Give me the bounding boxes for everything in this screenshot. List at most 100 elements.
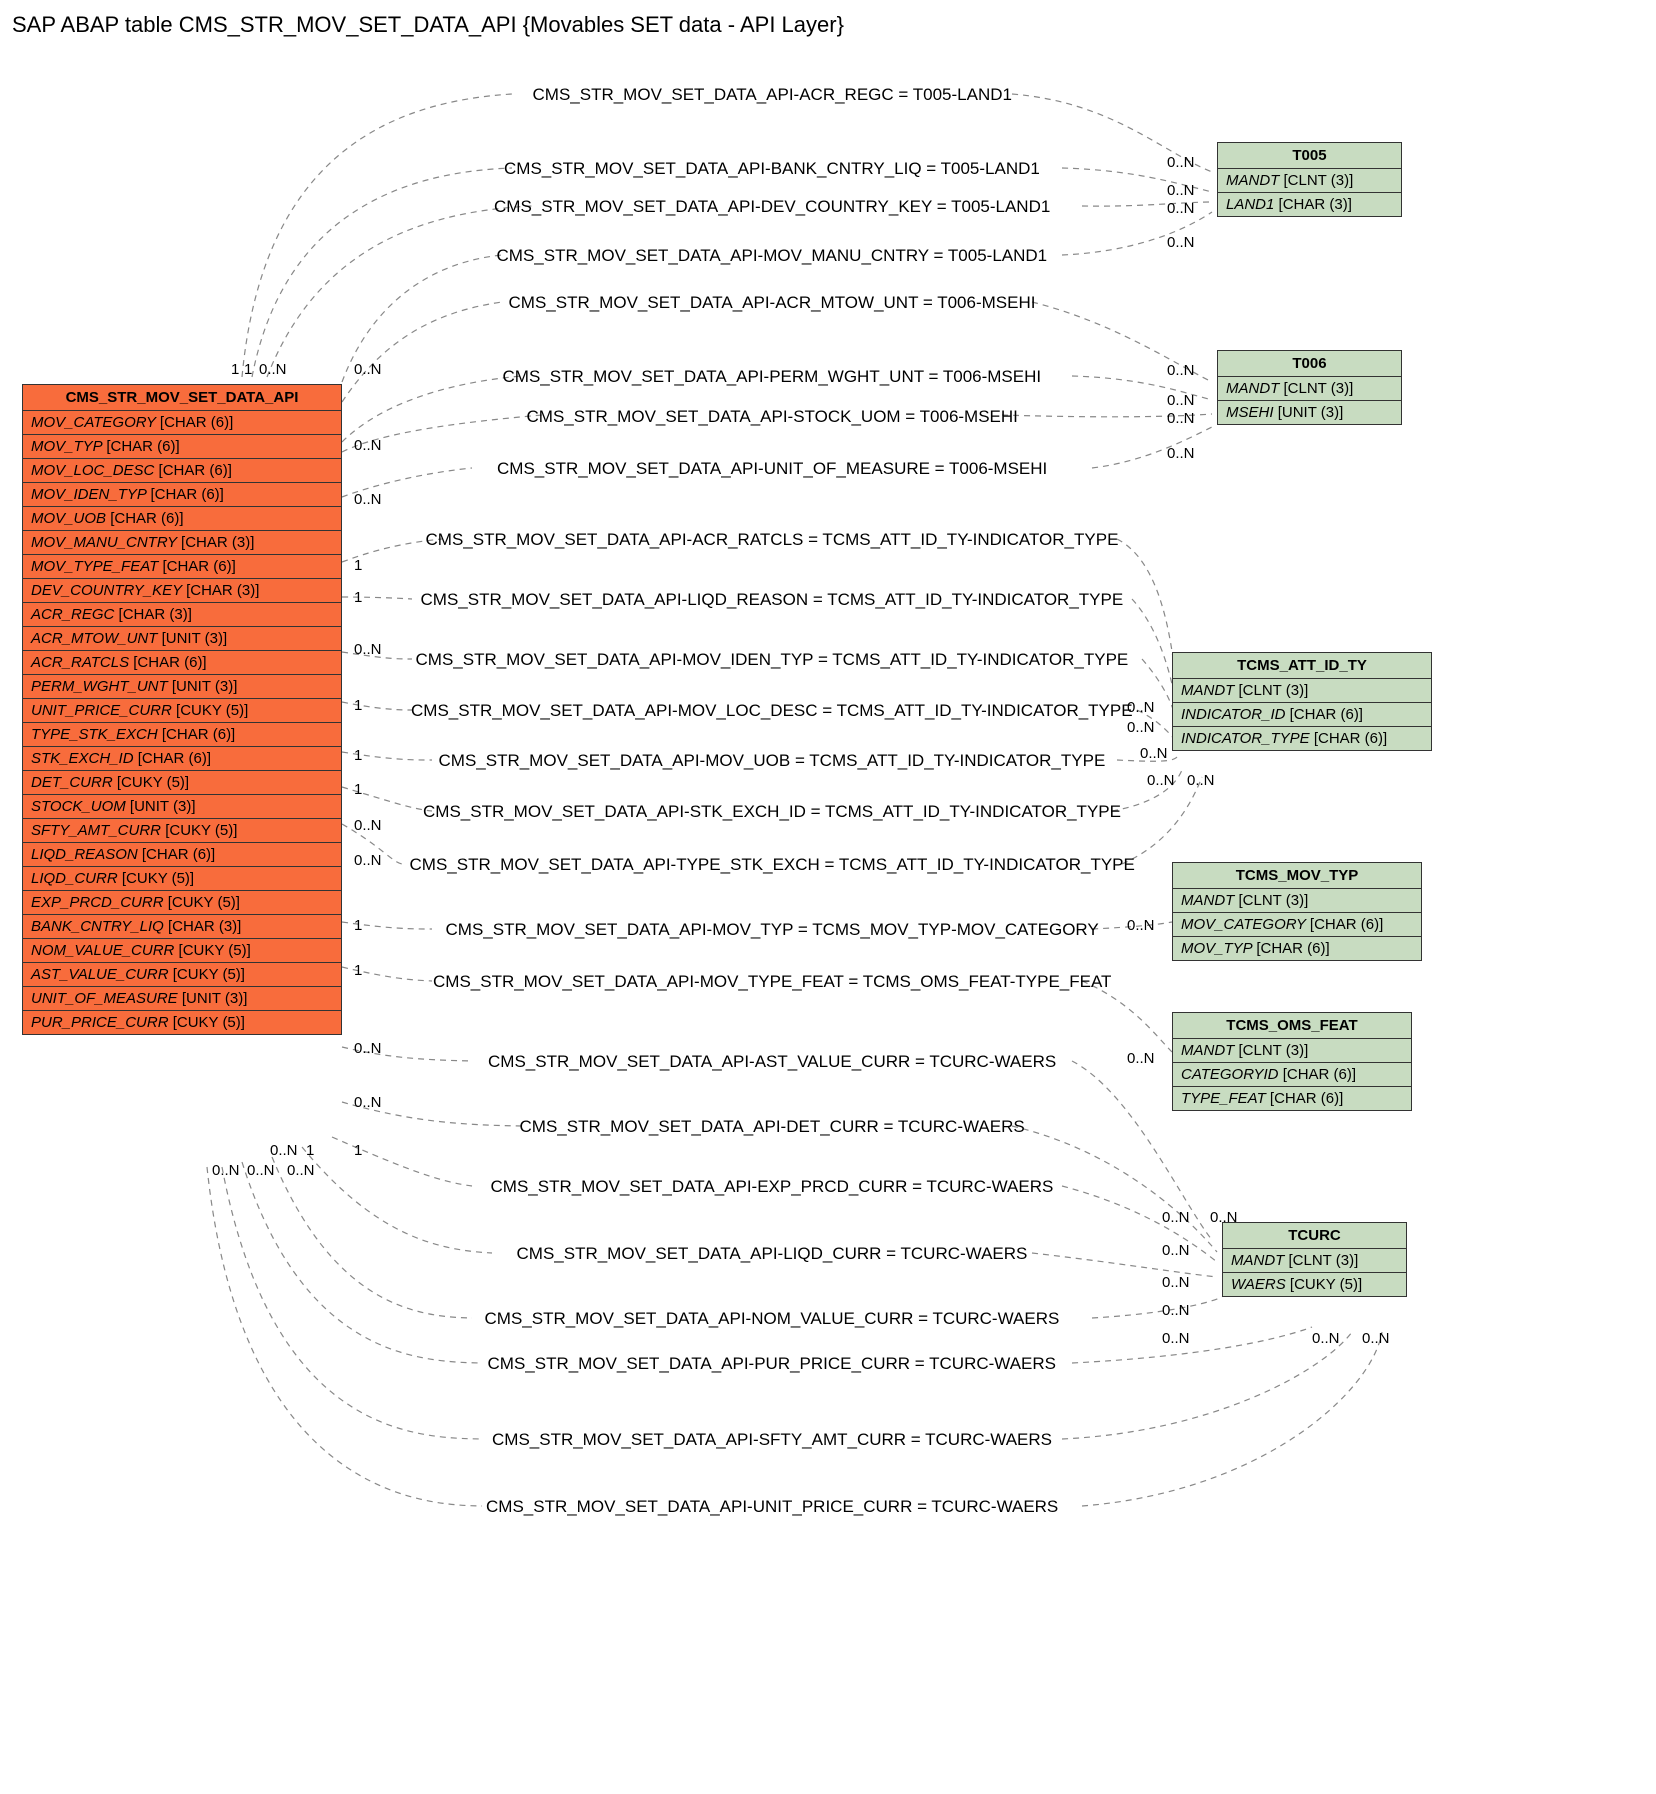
cardinality-label: 0..N [1187,772,1215,789]
cardinality-label: 0..N [1362,1330,1390,1347]
table-row: LIQD_REASON [CHAR (6)] [23,843,341,867]
relation-label: CMS_STR_MOV_SET_DATA_API-DET_CURR = TCUR… [520,1117,1025,1137]
entity-tcms-att-id-ty: TCMS_ATT_ID_TYMANDT [CLNT (3)]INDICATOR_… [1172,652,1432,751]
cardinality-label: 1 [354,589,362,606]
field-name: STK_EXCH_ID [31,750,134,767]
cardinality-label: 0..N [1127,719,1155,736]
cardinality-label: 1 [354,557,362,574]
entity-t005: T005MANDT [CLNT (3)]LAND1 [CHAR (3)] [1217,142,1402,217]
relation-label: CMS_STR_MOV_SET_DATA_API-ACR_RATCLS = TC… [426,530,1119,550]
entity-t006: T006MANDT [CLNT (3)]MSEHI [UNIT (3)] [1217,350,1402,425]
cardinality-label: 0..N [1140,745,1168,762]
field-name: AST_VALUE_CURR [31,966,169,983]
relation-label: CMS_STR_MOV_SET_DATA_API-MOV_IDEN_TYP = … [416,650,1129,670]
table-row: MOV_MANU_CNTRY [CHAR (3)] [23,531,341,555]
cardinality-label: 1 [354,962,362,979]
table-row: MOV_CATEGORY [CHAR (6)] [23,411,341,435]
field-name: LIQD_CURR [31,870,118,887]
table-row: CATEGORYID [CHAR (6)] [1173,1063,1411,1087]
relation-label: CMS_STR_MOV_SET_DATA_API-MOV_TYP = TCMS_… [446,920,1099,940]
relation-label: CMS_STR_MOV_SET_DATA_API-ACR_MTOW_UNT = … [509,293,1036,313]
field-type: [CLNT (3)] [1239,892,1309,909]
field-type: [CHAR (3)] [119,606,192,623]
field-type: [CUKY (5)] [179,942,251,959]
table-row: MANDT [CLNT (3)] [1223,1249,1406,1273]
field-type: [CHAR (6)] [1290,706,1363,723]
field-type: [CUKY (5)] [122,870,194,887]
field-type: [CLNT (3)] [1239,1042,1309,1059]
relation-label: CMS_STR_MOV_SET_DATA_API-MOV_UOB = TCMS_… [439,751,1106,771]
field-type: [CUKY (5)] [1290,1276,1362,1293]
cardinality-label: 0..N [354,1094,382,1111]
field-type: [CHAR (6)] [150,486,223,503]
field-name: UNIT_PRICE_CURR [31,702,172,719]
field-name: CATEGORYID [1181,1066,1279,1083]
cardinality-label: 0..N [1210,1209,1238,1226]
table-row: MANDT [CLNT (3)] [1173,889,1421,913]
relation-label: CMS_STR_MOV_SET_DATA_API-AST_VALUE_CURR … [488,1052,1056,1072]
cardinality-label: 0..N [1127,699,1155,716]
cardinality-label: 1 [354,781,362,798]
field-name: LIQD_REASON [31,846,138,863]
relation-label: CMS_STR_MOV_SET_DATA_API-PUR_PRICE_CURR … [488,1354,1057,1374]
relation-label: CMS_STR_MOV_SET_DATA_API-TYPE_STK_EXCH =… [410,855,1135,875]
relation-label: CMS_STR_MOV_SET_DATA_API-LIQD_CURR = TCU… [517,1244,1028,1264]
table-row: PUR_PRICE_CURR [CUKY (5)] [23,1011,341,1034]
field-name: PERM_WGHT_UNT [31,678,168,695]
relation-label: CMS_STR_MOV_SET_DATA_API-MOV_MANU_CNTRY … [497,246,1048,266]
field-type: [UNIT (3)] [130,798,196,815]
field-type: [UNIT (3)] [182,990,248,1007]
cardinality-label: 0..N [354,817,382,834]
field-name: MOV_CATEGORY [1181,916,1306,933]
table-row: DEV_COUNTRY_KEY [CHAR (3)] [23,579,341,603]
table-row: STOCK_UOM [UNIT (3)] [23,795,341,819]
cardinality-label: 0..N [1162,1209,1190,1226]
field-name: ACR_MTOW_UNT [31,630,157,647]
cardinality-label: 0..N [1162,1302,1190,1319]
entity-header: TCMS_ATT_ID_TY [1173,653,1431,679]
field-name: EXP_PRCD_CURR [31,894,164,911]
field-type: [CHAR (6)] [159,462,232,479]
relation-label: CMS_STR_MOV_SET_DATA_API-MOV_TYPE_FEAT =… [433,972,1111,992]
field-name: WAERS [1231,1276,1286,1293]
relation-label: CMS_STR_MOV_SET_DATA_API-UNIT_PRICE_CURR… [486,1497,1058,1517]
cardinality-label: 1 [244,361,252,378]
field-name: MOV_CATEGORY [31,414,156,431]
relation-label: CMS_STR_MOV_SET_DATA_API-NOM_VALUE_CURR … [485,1309,1060,1329]
field-type: [UNIT (3)] [1278,404,1344,421]
field-name: MOV_IDEN_TYP [31,486,146,503]
cardinality-label: 0..N [1147,772,1175,789]
entity-tcurc: TCURCMANDT [CLNT (3)]WAERS [CUKY (5)] [1222,1222,1407,1297]
field-type: [CHAR (6)] [1314,730,1387,747]
cardinality-label: 0..N [354,641,382,658]
table-row: TYPE_STK_EXCH [CHAR (6)] [23,723,341,747]
table-row: MOV_TYPE_FEAT [CHAR (6)] [23,555,341,579]
cardinality-label: 0..N [1127,917,1155,934]
field-name: TYPE_FEAT [1181,1090,1266,1107]
field-type: [CLNT (3)] [1289,1252,1359,1269]
cardinality-label: 0..N [1167,362,1195,379]
table-row: UNIT_OF_MEASURE [UNIT (3)] [23,987,341,1011]
field-type: [CUKY (5)] [165,822,237,839]
field-type: [UNIT (3)] [162,630,228,647]
table-row: MOV_LOC_DESC [CHAR (6)] [23,459,341,483]
cardinality-label: 1 [354,1142,362,1159]
cardinality-label: 0..N [1162,1242,1190,1259]
cardinality-label: 0..N [354,361,382,378]
field-type: [CLNT (3)] [1239,682,1309,699]
cardinality-label: 1 [354,697,362,714]
cardinality-label: 0..N [1167,200,1195,217]
field-type: [CHAR (6)] [1310,916,1383,933]
table-row: NOM_VALUE_CURR [CUKY (5)] [23,939,341,963]
relation-label: CMS_STR_MOV_SET_DATA_API-LIQD_REASON = T… [421,590,1124,610]
field-type: [CUKY (5)] [168,894,240,911]
relation-label: CMS_STR_MOV_SET_DATA_API-EXP_PRCD_CURR =… [491,1177,1054,1197]
field-name: UNIT_OF_MEASURE [31,990,178,1007]
cardinality-label: 0..N [212,1162,240,1179]
table-row: ACR_REGC [CHAR (3)] [23,603,341,627]
field-name: MANDT [1226,172,1279,189]
field-type: [CUKY (5)] [176,702,248,719]
table-row: LAND1 [CHAR (3)] [1218,193,1401,216]
field-name: NOM_VALUE_CURR [31,942,174,959]
field-name: MANDT [1181,1042,1234,1059]
